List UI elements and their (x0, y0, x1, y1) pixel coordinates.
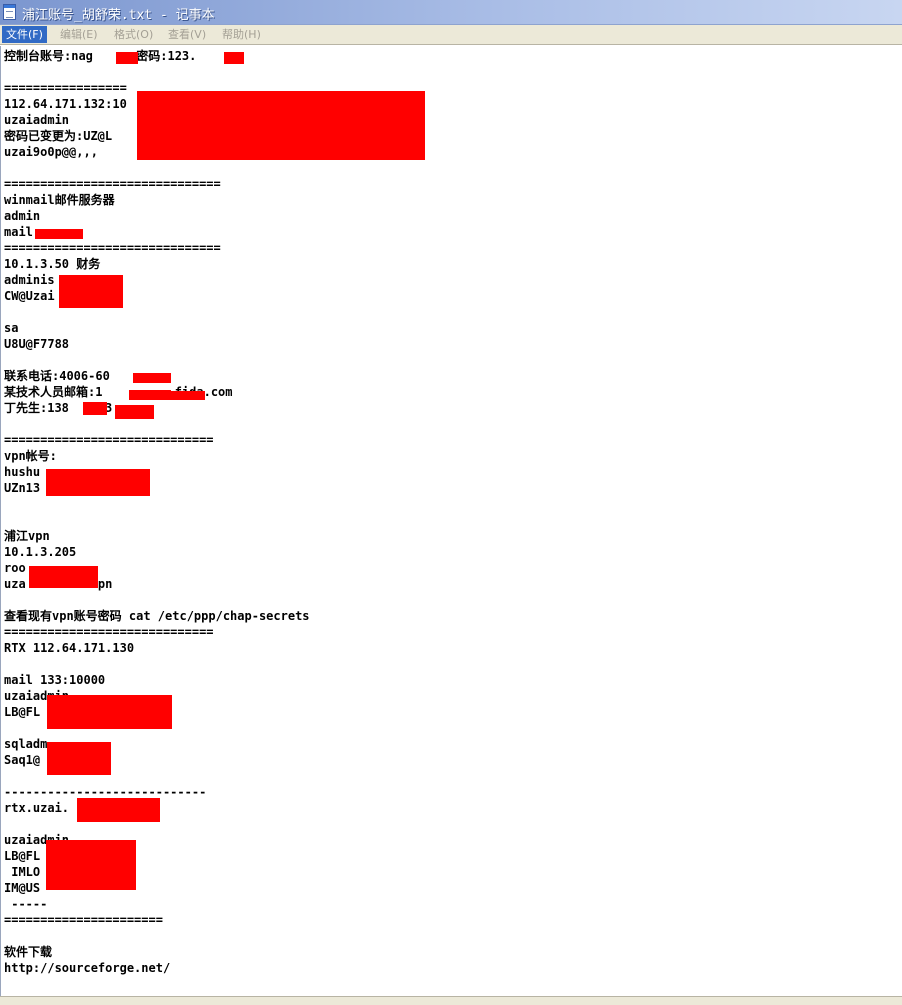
text-line: 10.1.3.50 财务 (4, 257, 101, 271)
text-line: IMLO (4, 865, 41, 879)
title-bar: 浦江账号_胡舒荣.txt - 记事本 (0, 0, 902, 25)
redaction-block (46, 469, 150, 496)
window-bottom-border (0, 996, 902, 1005)
text-line: rtx.uzai. (4, 801, 70, 815)
menu-edit[interactable]: 编辑(E) (56, 26, 102, 43)
text-line: ----- (4, 897, 48, 911)
text-line: 10.1.3.205 (4, 545, 77, 559)
text-line: http://sourceforge.net/ (4, 961, 171, 975)
text-line: RTX 112.64.171.130 (4, 641, 135, 655)
text-line: hushu (4, 465, 41, 479)
redaction-block (47, 695, 172, 729)
redaction-block (115, 405, 154, 419)
redaction-block (59, 275, 123, 308)
redaction-block (46, 840, 136, 890)
text-line: ============================== (4, 241, 221, 255)
redaction-block (133, 373, 171, 383)
redaction-block (47, 742, 111, 775)
redaction-block (35, 229, 83, 239)
text-line: U8U@F7788 (4, 337, 70, 351)
window-title: 浦江账号_胡舒荣.txt - 记事本 (22, 8, 215, 23)
notepad-icon (3, 4, 16, 20)
text-line: uzai9o0p@@,,, (4, 145, 98, 159)
menu-view[interactable]: 查看(V) (164, 26, 210, 43)
redaction-block (137, 91, 425, 160)
text-line: admin (4, 209, 41, 223)
text-line: uzaiadmin (4, 113, 70, 127)
text-line: 112.64.171.132:10 (4, 97, 127, 111)
text-line: sa (4, 321, 19, 335)
text-line: vpn帐号: (4, 449, 57, 463)
text-line: ============================= (4, 625, 214, 639)
redaction-block (129, 390, 171, 400)
text-line: roo (4, 561, 26, 575)
text-line: 软件下载 (4, 945, 53, 959)
menu-format[interactable]: 格式(O) (110, 26, 157, 43)
redaction-block (224, 52, 244, 64)
text-line: 联系电话:4006-60 (4, 369, 110, 383)
text-line: ====================== (4, 913, 163, 927)
text-line: winmail邮件服务器 (4, 193, 115, 207)
menu-help[interactable]: 帮助(H) (218, 26, 265, 43)
menu-file[interactable]: 文件(F) (2, 26, 47, 43)
text-line: LB@FL (4, 705, 41, 719)
text-line: sqladm (4, 737, 48, 751)
text-line: 查看现有vpn账号密码 cat /etc/ppp/chap-secrets (4, 609, 310, 623)
text-line: 浦江vpn (4, 529, 50, 543)
redaction-block (171, 391, 205, 400)
menu-bar: 文件(F) 编辑(E) 格式(O) 查看(V) 帮助(H) (0, 25, 902, 45)
redaction-block (83, 402, 107, 415)
text-line: adminis (4, 273, 55, 287)
text-line: mail 133:10000 (4, 673, 106, 687)
text-line: ============================== (4, 177, 221, 191)
redaction-block (29, 566, 98, 588)
text-line: ================= (4, 81, 127, 95)
text-line: UZn13 (4, 481, 41, 495)
text-line: Saq1@ (4, 753, 41, 767)
text-line: IM@US (4, 881, 41, 895)
redaction-block (77, 798, 160, 822)
redaction-block (116, 52, 138, 64)
text-editor-area[interactable]: 控制台账号:nag 密码:123. m ================= 11… (0, 46, 902, 996)
text-line: mail (4, 225, 33, 239)
text-line: CW@Uzai (4, 289, 55, 303)
text-line: ============================= (4, 433, 214, 447)
text-line: 密码已变更为:UZ@L (4, 129, 113, 143)
